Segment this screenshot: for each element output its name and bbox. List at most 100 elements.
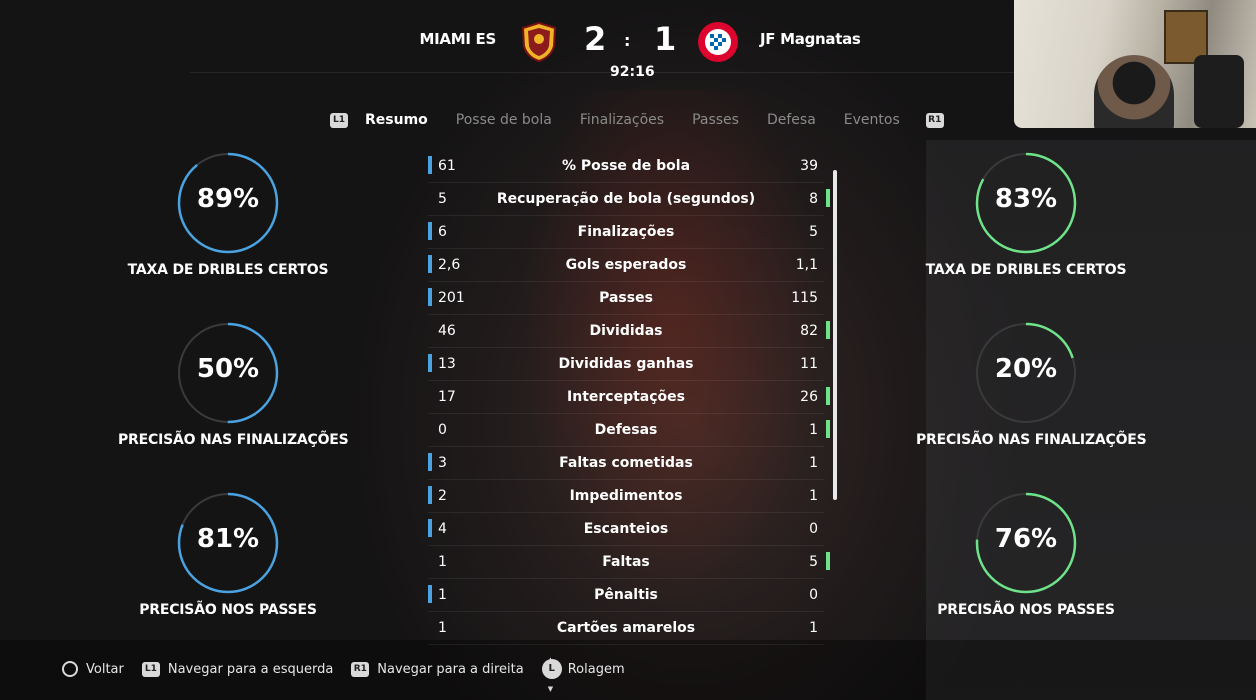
stat-label: Faltas cometidas (559, 455, 693, 471)
stat-label: Divididas ganhas (558, 356, 694, 372)
tab-passes[interactable]: Passes (692, 112, 739, 128)
webcam-overlay (1014, 0, 1256, 128)
home-team-name: MIAMI ES (419, 30, 497, 48)
stat-row: 61 % Posse de bola 39 (428, 150, 824, 183)
stat-away-value: 0 (809, 587, 818, 603)
stat-label: Finalizações (577, 224, 675, 240)
away-team-crest-icon (698, 22, 738, 62)
home-team-crest-icon (521, 22, 557, 62)
webcam-chair (1194, 55, 1244, 128)
stat-home-value: 1 (438, 620, 447, 636)
stat-label: Cartões amarelos (556, 620, 696, 636)
stat-row: 0 Defesas 1 (428, 414, 830, 447)
l1-button-icon: L1 (141, 661, 160, 677)
stat-home-value: 6 (438, 224, 447, 240)
home-score: 2 (584, 20, 607, 58)
tab-eventos[interactable]: Eventos (844, 112, 900, 128)
score-separator: : (624, 31, 631, 50)
stat-away-value: 0 (809, 521, 818, 537)
stat-label: % Posse de bola (561, 158, 691, 174)
away-leader-bar (826, 552, 830, 570)
stat-row: 1 Cartões amarelos 1 (428, 612, 824, 645)
stat-away-value: 1 (809, 422, 818, 438)
home-gauge-dribbles: 89% TAXA DE DRIBLES CERTOS (118, 152, 338, 278)
home-leader-bar (428, 519, 432, 537)
stat-home-value: 0 (438, 422, 447, 438)
stat-home-value: 3 (438, 455, 447, 471)
stat-label: Pênaltis (594, 587, 658, 603)
stat-row: 2,6 Gols esperados 1,1 (428, 249, 824, 282)
stat-row: 6 Finalizações 5 (428, 216, 824, 249)
stat-away-value: 1,1 (795, 257, 818, 273)
r1-button-icon[interactable]: R1 (925, 112, 944, 128)
stat-away-value: 5 (809, 224, 818, 240)
navigate-right-label: Navegar para a direita (377, 661, 524, 677)
tab-resumo[interactable]: Resumo (365, 112, 428, 128)
tab-defesa[interactable]: Defesa (767, 112, 816, 128)
tab-posse-de-bola[interactable]: Posse de bola (456, 112, 552, 128)
away-gauge-dribbles: 83% TAXA DE DRIBLES CERTOS (916, 152, 1136, 278)
webcam-streamer (1094, 55, 1174, 128)
stats-tabs: L1 Resumo Posse de bola Finalizações Pas… (330, 110, 944, 130)
stat-away-value: 5 (809, 554, 818, 570)
home-leader-bar (428, 255, 432, 273)
home-gauge-value: 81% (196, 524, 260, 554)
away-gauge-value: 76% (994, 524, 1058, 554)
stat-home-value: 201 (438, 290, 465, 306)
stat-away-value: 115 (791, 290, 818, 306)
stat-row: 3 Faltas cometidas 1 (428, 447, 824, 480)
stat-row: 201 Passes 115 (428, 282, 824, 315)
back-control[interactable]: Voltar (62, 661, 124, 677)
home-leader-bar (428, 453, 432, 471)
stat-away-value: 1 (809, 488, 818, 504)
home-leader-bar (428, 354, 432, 372)
stat-away-value: 26 (800, 389, 818, 405)
away-gauge-value: 20% (994, 354, 1058, 384)
back-label: Voltar (86, 661, 124, 677)
stat-home-value: 61 (438, 158, 456, 174)
home-leader-bar (428, 156, 432, 174)
stat-home-value: 2,6 (438, 257, 461, 273)
navigate-left-control[interactable]: L1 Navegar para a esquerda (141, 661, 333, 677)
away-leader-bar (826, 420, 830, 438)
stat-row: 13 Divididas ganhas 11 (428, 348, 824, 381)
away-gauge-label: PRECISÃO NOS PASSES (937, 602, 1115, 618)
l1-button-icon[interactable]: L1 (330, 112, 348, 128)
away-leader-bar (826, 387, 830, 405)
stat-home-value: 4 (438, 521, 447, 537)
stat-away-value: 11 (800, 356, 818, 372)
stat-row: 5 Recuperação de bola (segundos) 8 (428, 183, 830, 216)
stat-row: 46 Divididas 82 (428, 315, 830, 348)
controls-footer: Voltar L1 Navegar para a esquerda R1 Nav… (62, 650, 643, 699)
home-leader-bar (428, 222, 432, 240)
away-gauge-label: TAXA DE DRIBLES CERTOS (925, 262, 1127, 278)
r1-button-icon: R1 (351, 661, 370, 677)
home-gauge-value: 89% (196, 184, 260, 214)
stat-label: Recuperação de bola (segundos) (496, 191, 756, 207)
home-gauge-pass-accuracy: 81% PRECISÃO NOS PASSES (118, 492, 338, 618)
stat-home-value: 5 (438, 191, 447, 207)
navigate-right-control[interactable]: R1 Navegar para a direita (351, 661, 524, 677)
stat-label: Impedimentos (569, 488, 683, 504)
stats-scrollbar[interactable] (833, 170, 837, 500)
home-gauge-shot-accuracy: 50% PRECISÃO NAS FINALIZAÇÕES (118, 322, 349, 448)
away-gauge-shot-accuracy: 20% PRECISÃO NAS FINALIZAÇÕES (916, 322, 1147, 448)
stat-away-value: 8 (809, 191, 818, 207)
stat-label: Divididas (589, 323, 663, 339)
stat-label: Faltas (602, 554, 650, 570)
stat-row: 17 Interceptações 26 (428, 381, 830, 414)
circle-button-icon (62, 661, 78, 677)
stat-row: 2 Impedimentos 1 (428, 480, 824, 513)
home-gauge-label: PRECISÃO NAS FINALIZAÇÕES (118, 432, 349, 448)
tab-finalizacoes[interactable]: Finalizações (580, 112, 664, 128)
stat-away-value: 39 (800, 158, 818, 174)
scroll-control[interactable]: L Rolagem (541, 650, 625, 699)
stat-label: Interceptações (567, 389, 685, 405)
away-gauge-pass-accuracy: 76% PRECISÃO NOS PASSES (916, 492, 1136, 618)
stat-home-value: 46 (438, 323, 456, 339)
stat-home-value: 17 (438, 389, 456, 405)
away-gauge-label: PRECISÃO NAS FINALIZAÇÕES (916, 432, 1147, 448)
away-score: 1 (654, 20, 677, 58)
stat-home-value: 1 (438, 554, 447, 570)
stat-away-value: 1 (809, 620, 818, 636)
